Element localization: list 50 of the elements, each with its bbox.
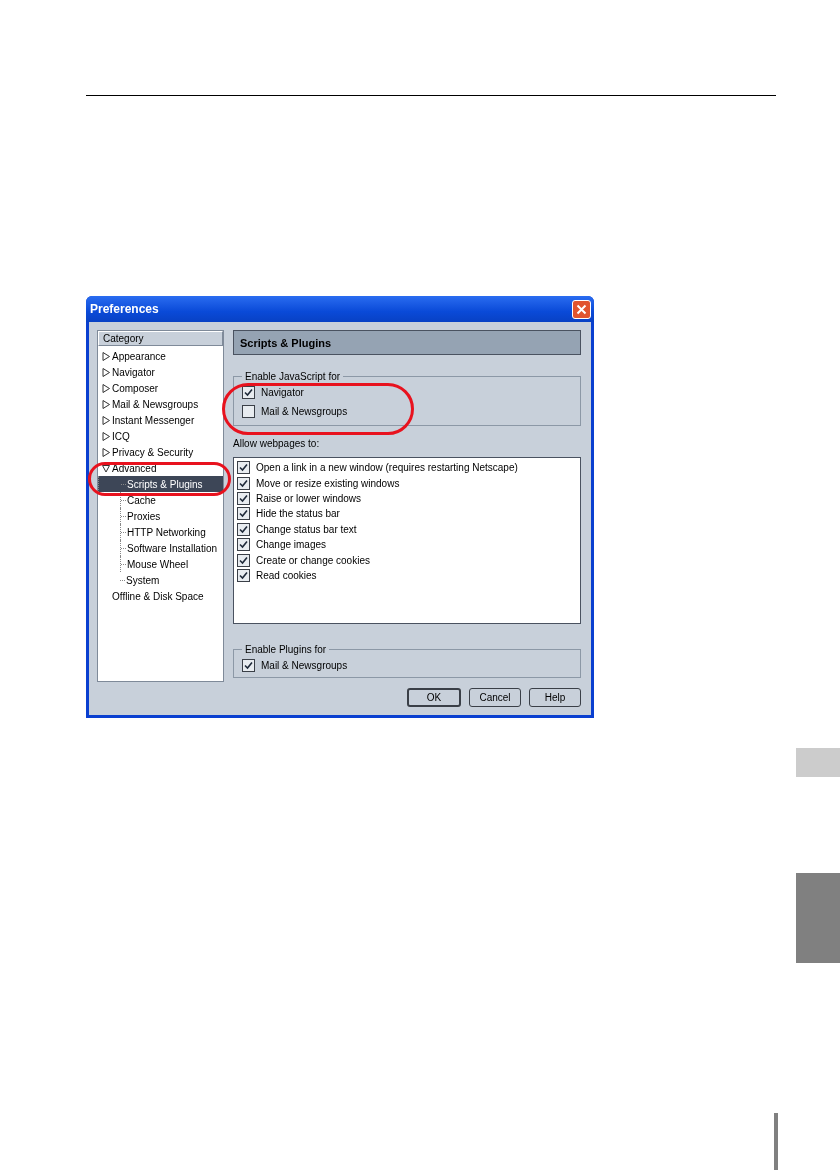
checkbox-label: Read cookies <box>256 569 317 581</box>
panel-title: Scripts & Plugins <box>233 330 581 355</box>
column-header: Category <box>98 331 223 346</box>
tree-item[interactable]: Appearance <box>98 348 223 364</box>
tree-item[interactable]: HTTP Networking <box>120 524 223 540</box>
dialog-button[interactable]: OK <box>407 688 461 707</box>
checkbox-label: Navigator <box>261 386 304 398</box>
margin-bar <box>774 1113 778 1170</box>
close-icon <box>576 303 587 315</box>
checkbox[interactable] <box>237 538 250 552</box>
tree-item[interactable]: Instant Messenger <box>98 412 223 428</box>
tree-item[interactable]: Navigator <box>98 364 223 380</box>
checkbox-label: Create or change cookies <box>256 554 370 566</box>
checkbox-label: Change status bar text <box>256 523 357 535</box>
triangle-down-icon[interactable] <box>102 463 110 473</box>
checkbox-label: Move or resize existing windows <box>256 477 400 489</box>
checkbox-label: Open a link in a new window (requires restarting Netscape) <box>256 462 518 474</box>
tree-item[interactable]: Software Installation <box>120 540 223 556</box>
tree-item[interactable]: Cache <box>120 492 223 508</box>
checkbox-label: Mail & Newsgroups <box>261 405 348 417</box>
checkbox[interactable] <box>237 491 250 505</box>
tree-item[interactable]: System <box>120 572 223 588</box>
checkbox[interactable] <box>237 507 250 521</box>
tree-item[interactable]: Scripts & Plugins <box>98 476 223 492</box>
checkbox-label: Change images <box>256 539 327 551</box>
tree-item[interactable]: Proxies <box>120 508 223 524</box>
tree-item[interactable]: Offline & Disk Space <box>98 588 223 604</box>
checkbox-label: Hide the status bar <box>256 508 340 520</box>
checkbox-label: Mail & Newsgroups <box>261 659 348 671</box>
close-button[interactable] <box>572 299 591 319</box>
checkbox[interactable] <box>242 404 255 418</box>
dialog-button[interactable]: Cancel <box>469 688 521 707</box>
checkbox[interactable] <box>237 522 250 536</box>
checkbox[interactable] <box>237 461 250 475</box>
dialog-button[interactable]: Help <box>529 688 581 707</box>
tree-item[interactable]: Privacy & Security <box>98 444 223 460</box>
checkbox[interactable] <box>237 553 250 567</box>
tree-item[interactable]: Composer <box>98 380 223 396</box>
group-label: Enable JavaScript for <box>244 371 342 382</box>
checkbox[interactable] <box>237 476 250 490</box>
window-title: Preferences <box>90 302 159 316</box>
list-label: Allow webpages to: <box>233 438 321 449</box>
checkbox-label: Raise or lower windows <box>256 492 362 504</box>
tree-item[interactable]: Mouse Wheel <box>120 556 223 572</box>
tree-item[interactable]: ICQ <box>98 428 223 444</box>
tree-item[interactable]: Advanced <box>98 460 223 476</box>
checkbox[interactable] <box>242 658 255 672</box>
checkbox[interactable] <box>237 568 250 582</box>
tree-item[interactable]: Mail & Newsgroups <box>98 396 223 412</box>
group-label: Enable Plugins for <box>244 644 328 655</box>
